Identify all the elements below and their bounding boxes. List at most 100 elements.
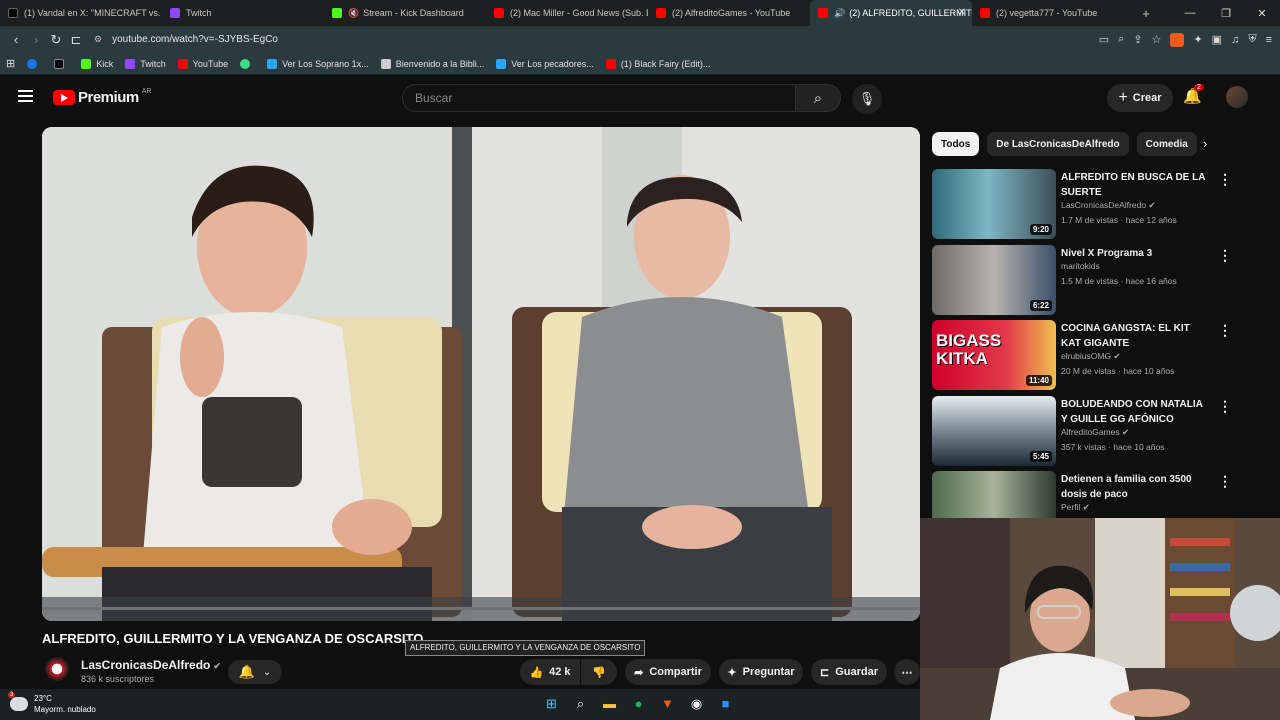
ask-button[interactable]: ✦ Preguntar (719, 659, 803, 685)
bookmark-android[interactable] (240, 58, 255, 69)
address-bar: ‹ › ↻ ⊏ ⚙ youtube.com/watch?v=-SJYBS-EgC… (0, 26, 1280, 53)
search-icon[interactable]: ⌕ (571, 694, 590, 713)
url-field[interactable]: youtube.com/watch?v=-SJYBS-EgCo (112, 34, 278, 45)
account-avatar[interactable] (1226, 86, 1248, 108)
menu-icon[interactable]: ≡ (1266, 34, 1272, 46)
tab-alfreditogames[interactable]: (2) AlfreditoGames - YouTube (648, 0, 810, 26)
close-tab-icon[interactable]: ✕ (958, 7, 966, 18)
recommendation-item[interactable]: 9:20 ALFREDITO EN BUSCA DE LA SUERTE Las… (932, 169, 1272, 239)
chip-channel[interactable]: De LasCronicasDeAlfredo (987, 132, 1129, 156)
more-vert-icon[interactable]: ⋮ (1218, 473, 1232, 490)
recommendation-item[interactable]: 5:45 BOLUDEANDO CON NATALIA Y GUILLE GG … (932, 396, 1272, 466)
zoom-icon[interactable]: ⌕ (1118, 33, 1124, 46)
rec-title[interactable]: BOLUDEANDO CON NATALIA Y GUILLE GG AFÓNI… (1061, 397, 1211, 427)
more-vert-icon[interactable]: ⋮ (1218, 398, 1232, 415)
bookmark-soprano[interactable]: Ver Los Soprano 1x... (267, 58, 369, 69)
minimize-icon[interactable]: — (1172, 7, 1208, 19)
voice-search-button[interactable]: 🎙 (852, 84, 882, 114)
video-thumbnail[interactable]: 5:45 (932, 396, 1056, 466)
forward-icon[interactable]: › (26, 32, 46, 47)
tab-twitch[interactable]: Twitch (162, 0, 324, 26)
save-button[interactable]: ⊏ Guardar (811, 659, 887, 685)
back-icon[interactable]: ‹ (6, 32, 26, 47)
vpn-icon[interactable]: ⛨ (1248, 33, 1256, 46)
rec-title[interactable]: COCINA GANGSTA: EL KIT KAT GIGANTE (1061, 321, 1211, 351)
close-window-icon[interactable]: ✕ (1244, 7, 1280, 20)
notifications-button[interactable]: 🔔 2 (1183, 84, 1204, 105)
bookmark-star-icon[interactable]: ☆ (1152, 33, 1162, 46)
rec-title[interactable]: Nivel X Programa 3 (1061, 246, 1211, 261)
zoom-app-icon[interactable]: ■ (716, 694, 735, 713)
tab-kick[interactable]: 🔇 Stream - Kick Dashboard (324, 0, 486, 26)
bookmark-biblioteca[interactable]: Bienvenido a la Bibli... (380, 58, 484, 69)
dislike-button[interactable]: 👎 (581, 659, 617, 685)
rec-channel[interactable]: AlfreditoGames ✔ (1061, 427, 1129, 438)
cast-icon[interactable]: ▭ (1099, 33, 1109, 46)
rec-channel[interactable]: elrubiusOMG ✔ (1061, 351, 1121, 362)
maximize-icon[interactable]: ❐ (1208, 7, 1244, 20)
facebook-icon (27, 58, 38, 69)
more-actions-button[interactable]: ⋯ (894, 659, 920, 685)
video-thumbnail[interactable]: BIGASS KITKA 11:40 (932, 320, 1056, 390)
share-icon[interactable]: ⇪ (1133, 33, 1142, 46)
more-vert-icon[interactable]: ⋮ (1218, 171, 1232, 188)
search-button[interactable]: ⌕ (795, 84, 841, 112)
obs-icon[interactable]: ◉ (687, 694, 706, 713)
sidebar-icon[interactable]: ▣ (1212, 33, 1222, 46)
subscription-bell-button[interactable]: 🔔 ⌄ (228, 660, 282, 684)
channel-avatar[interactable] (45, 657, 69, 681)
rec-title[interactable]: ALFREDITO EN BUSCA DE LA SUERTE (1061, 170, 1211, 200)
windows-start-icon[interactable]: ⊞ (542, 694, 561, 713)
new-tab-button[interactable]: + (1134, 6, 1158, 21)
recommendation-item[interactable]: 6:22 Nivel X Programa 3 maritokids 1.5 M… (932, 245, 1272, 315)
bookmark-kick[interactable]: Kick (81, 58, 113, 69)
chip-todos[interactable]: Todos (932, 132, 980, 156)
brave-shields-icon[interactable] (1170, 32, 1185, 47)
rec-channel[interactable]: maritokids (1061, 261, 1100, 271)
create-button[interactable]: + Crear (1107, 84, 1173, 112)
rec-channel-name: elrubiusOMG (1061, 351, 1112, 361)
channel-name[interactable]: LasCronicasDeAlfredo ✔ (81, 658, 221, 672)
youtube-play-icon (53, 90, 75, 105)
site-info-icon[interactable]: ⚙ (94, 34, 102, 45)
bookmark-youtube[interactable]: YouTube (177, 58, 228, 69)
bookmark-pecadores[interactable]: Ver Los pecadores... (496, 58, 594, 69)
video-thumbnail[interactable]: 9:20 (932, 169, 1056, 239)
music-icon[interactable]: ♫ (1231, 34, 1239, 46)
bookmark-x[interactable] (54, 58, 69, 69)
tab-vegetta[interactable]: (2) vegetta777 - YouTube (972, 0, 1134, 26)
video-thumbnail[interactable] (932, 471, 1056, 518)
hamburger-menu-icon[interactable] (18, 90, 33, 102)
reload-icon[interactable]: ↻ (46, 32, 66, 48)
bookmark-black-fairy[interactable]: (1) Black Fairy (Edit)... (605, 58, 710, 69)
bookmark-twitch[interactable]: Twitch (125, 58, 166, 69)
tab-current-video[interactable]: 🔊 (2) ALFREDITO, GUILLERMITO ✕ (810, 0, 972, 26)
more-vert-icon[interactable]: ⋮ (1218, 322, 1232, 339)
more-vert-icon[interactable]: ⋮ (1218, 247, 1232, 264)
spotify-icon[interactable]: ● (629, 694, 648, 713)
tab-vandal[interactable]: (1) Vandal en X: "MINECRAFT vs. HYT (0, 0, 162, 26)
share-button[interactable]: ➦ Compartir (625, 659, 711, 685)
recommendation-item[interactable]: Detienen a familia con 3500 dosis de pac… (932, 471, 1272, 518)
rec-title[interactable]: Detienen a familia con 3500 dosis de pac… (1061, 472, 1211, 502)
bookmark-icon[interactable]: ⊏ (66, 32, 86, 48)
weather-widget[interactable]: 3 23°C Mayorm. nublado (8, 692, 96, 715)
twitch-icon (170, 8, 180, 18)
apps-icon[interactable]: ⊞ (6, 57, 15, 70)
recommendation-item[interactable]: BIGASS KITKA 11:40 COCINA GANGSTA: EL KIT… (932, 320, 1272, 390)
chevron-right-icon[interactable]: › (1203, 136, 1207, 151)
bookmark-facebook[interactable] (27, 58, 42, 69)
brave-icon[interactable]: ▼ (658, 694, 677, 713)
file-explorer-icon[interactable]: ▬ (600, 694, 619, 713)
video-thumbnail[interactable]: 6:22 (932, 245, 1056, 315)
tab-mac-miller[interactable]: (2) Mac Miller - Good News (Sub. Es (486, 0, 648, 26)
like-button[interactable]: 👍 42 k (520, 659, 580, 685)
youtube-logo[interactable]: Premium AR (53, 88, 151, 106)
rec-channel[interactable]: Perfil ✔ (1061, 502, 1090, 513)
chip-comedia[interactable]: Comedia (1136, 132, 1197, 156)
search-input[interactable]: Buscar (402, 84, 796, 112)
rec-channel[interactable]: LasCronicasDeAlfredo ✔ (1061, 200, 1156, 211)
bell-icon: 🔔 (238, 664, 255, 679)
extensions-icon[interactable]: ✦ (1193, 33, 1202, 46)
video-player[interactable] (42, 127, 920, 621)
